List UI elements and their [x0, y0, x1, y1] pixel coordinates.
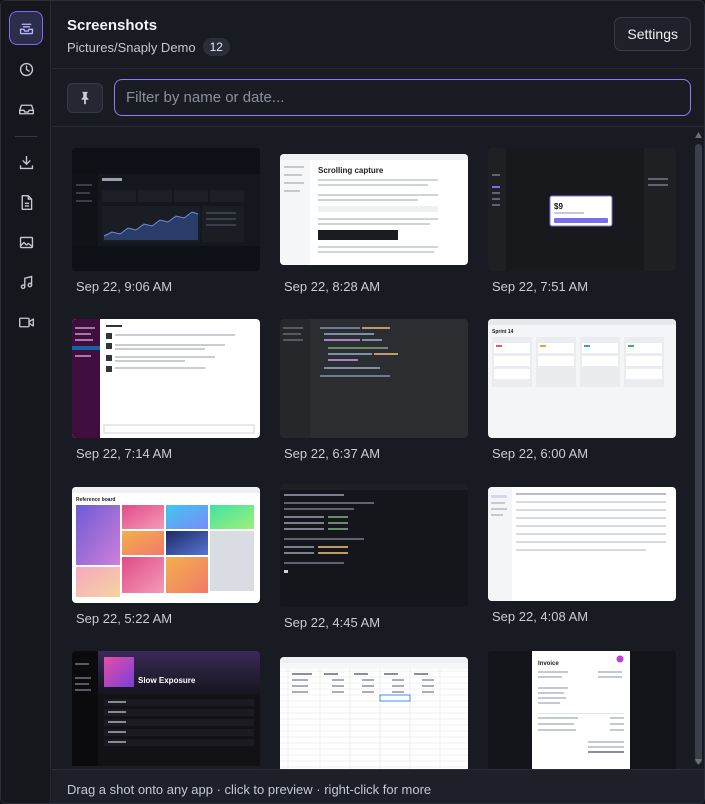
music-preview: Slow Exposure	[72, 651, 260, 769]
gallery-preview: Reference board	[72, 487, 260, 603]
sidebar-item-downloads[interactable]	[9, 145, 43, 179]
spreadsheet-preview	[280, 657, 468, 769]
shot-thumbnail[interactable]: Reference board	[72, 487, 260, 603]
shot-caption: Sep 22, 6:00 AM	[492, 446, 589, 461]
scrollbar-thumb[interactable]	[695, 144, 702, 764]
screenshot-grid: Sep 22, 9:06 AM Scrolling capture Sep 22…	[52, 128, 692, 769]
count-badge: 12	[202, 38, 230, 56]
shot-caption: Sep 22, 7:14 AM	[76, 446, 173, 461]
gallery-title: Reference board	[76, 497, 115, 503]
shot-thumbnail[interactable]: Invoice	[488, 651, 676, 769]
app-window: Screenshots Pictures/Snaply Demo 12 Sett…	[0, 0, 705, 804]
video-icon	[18, 317, 34, 327]
shot-thumbnail[interactable]	[280, 484, 468, 607]
shot-thumbnail[interactable]	[488, 487, 676, 601]
sidebar-item-videos[interactable]	[9, 305, 43, 339]
code-preview	[280, 319, 468, 438]
footer-hint: Drag a shot onto any app · click to prev…	[67, 782, 432, 797]
dashboard-preview	[72, 148, 260, 271]
filter-bar	[52, 69, 704, 127]
folder-path: Pictures/Snaply Demo 12	[67, 38, 230, 56]
docs-heading: Scrolling capture	[318, 166, 384, 175]
inbox-icon	[18, 104, 34, 114]
shot-caption: Sep 22, 5:22 AM	[76, 611, 173, 626]
price-text: $9	[554, 202, 563, 211]
sidebar-item-screenshots[interactable]	[9, 11, 43, 45]
shot-thumbnail[interactable]	[280, 657, 468, 769]
chat-preview	[72, 319, 260, 438]
docs-preview: Scrolling capture	[280, 154, 468, 265]
pin-icon	[81, 91, 89, 105]
document-icon	[21, 194, 32, 210]
rail-divider	[15, 136, 37, 137]
settings-button[interactable]: Settings	[614, 17, 691, 51]
sidebar-item-recent[interactable]	[9, 52, 43, 86]
sidebar-rail	[1, 1, 51, 803]
sidebar-item-images[interactable]	[9, 225, 43, 259]
invoice-preview: Invoice	[488, 651, 676, 769]
kanban-preview: Sprint 14	[488, 319, 676, 438]
shot-caption: Sep 22, 6:37 AM	[284, 446, 381, 461]
shot-caption: Sep 22, 4:08 AM	[492, 609, 589, 624]
tray-icon	[19, 23, 33, 34]
shot-thumbnail[interactable]	[72, 319, 260, 438]
main-panel: Screenshots Pictures/Snaply Demo 12 Sett…	[52, 1, 704, 803]
invoice-title: Invoice	[538, 661, 559, 667]
design-preview: $9	[488, 148, 676, 271]
mail-preview	[488, 487, 676, 601]
header: Screenshots Pictures/Snaply Demo 12 Sett…	[52, 1, 704, 69]
shot-thumbnail[interactable]: Sprint 14	[488, 319, 676, 438]
download-icon	[19, 155, 33, 169]
terminal-preview	[280, 484, 468, 607]
board-title: Sprint 14	[492, 329, 514, 335]
shot-thumbnail[interactable]: Scrolling capture	[280, 154, 468, 265]
shot-caption: Sep 22, 9:06 AM	[76, 279, 173, 294]
filter-input[interactable]	[114, 79, 691, 116]
scroll-up-icon[interactable]	[694, 131, 703, 139]
shot-thumbnail[interactable]: $9	[488, 148, 676, 271]
shot-thumbnail[interactable]	[280, 319, 468, 438]
clock-icon	[19, 62, 33, 76]
shot-caption: Sep 22, 8:28 AM	[284, 279, 381, 294]
shot-thumbnail[interactable]: Slow Exposure	[72, 651, 260, 769]
image-icon	[19, 236, 33, 248]
pin-button[interactable]	[67, 83, 103, 113]
status-footer: Drag a shot onto any app · click to prev…	[52, 769, 704, 803]
shot-caption: Sep 22, 7:51 AM	[492, 279, 589, 294]
shot-thumbnail[interactable]	[72, 148, 260, 271]
sidebar-item-documents[interactable]	[9, 185, 43, 219]
scroll-down-icon[interactable]	[694, 758, 703, 766]
sidebar-item-music[interactable]	[9, 265, 43, 299]
page-title: Screenshots	[67, 17, 158, 34]
grid-scrollbar[interactable]	[692, 128, 704, 769]
shot-caption: Sep 22, 4:45 AM	[284, 615, 381, 630]
folder-path-label: Pictures/Snaply Demo	[67, 39, 196, 55]
music-icon	[20, 275, 32, 289]
album-title: Slow Exposure	[138, 676, 196, 685]
sidebar-item-inbox[interactable]	[9, 92, 43, 126]
